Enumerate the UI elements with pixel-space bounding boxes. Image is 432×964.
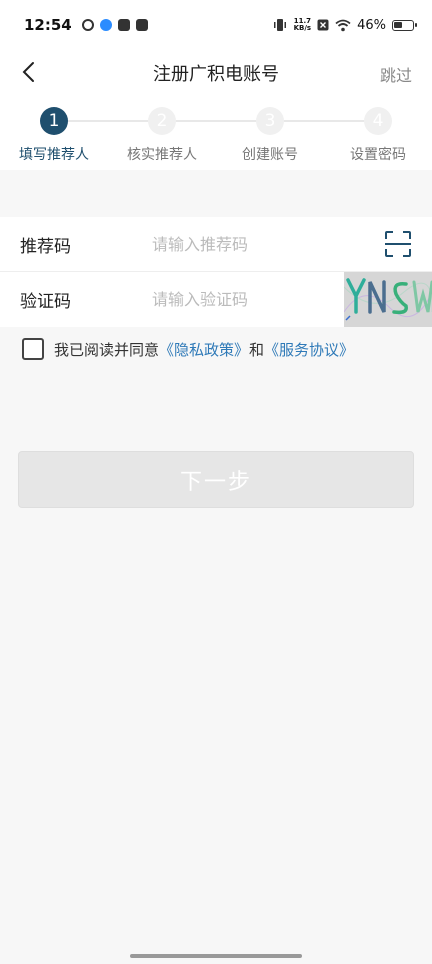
- agreement-prefix: 我已阅读并同意: [54, 340, 160, 359]
- step-1: 1 填写推荐人: [0, 107, 114, 164]
- scan-qr-icon[interactable]: [384, 230, 412, 258]
- status-left: 12:54: [24, 16, 148, 34]
- step-1-label: 填写推荐人: [19, 147, 89, 163]
- agreement-row: 我已阅读并同意 《隐私政策》 和 《服务协议》: [22, 338, 354, 360]
- step-2-label: 核实推荐人: [127, 147, 197, 163]
- skip-button[interactable]: 跳过: [380, 62, 412, 86]
- step-2-circle: 2: [148, 107, 176, 135]
- network-speed: 11.7 KB/s: [294, 18, 311, 32]
- step-3: 3 创建账号: [210, 107, 330, 164]
- agreement-checkbox[interactable]: [22, 338, 44, 360]
- header: 注册广积电账号 跳过: [0, 50, 432, 94]
- progress-steps: 1 填写推荐人 2 核实推荐人 3 创建账号 4 设置密码: [0, 94, 432, 170]
- wifi-icon: [335, 19, 351, 31]
- vibrate-icon: [273, 19, 286, 31]
- battery-icon: [392, 19, 417, 31]
- captcha-image[interactable]: [344, 272, 432, 327]
- battery-percent: 46%: [357, 17, 386, 33]
- message-notification-icon: [135, 19, 148, 31]
- status-bar: 12:54 11.7 KB/s 46%: [0, 0, 432, 50]
- step-3-label: 创建账号: [242, 147, 298, 163]
- page-title: 注册广积电账号: [153, 64, 279, 85]
- status-time: 12:54: [24, 16, 72, 34]
- agreement-conjunction: 和: [249, 340, 265, 359]
- home-indicator[interactable]: [130, 954, 302, 958]
- step-1-circle: 1: [40, 107, 68, 135]
- step-3-circle: 3: [256, 107, 284, 135]
- step-2: 2 核实推荐人: [102, 107, 222, 164]
- captcha-row: 验证码: [0, 272, 432, 327]
- network-speed-unit: KB/s: [293, 24, 312, 32]
- step-4-label: 设置密码: [350, 147, 406, 163]
- step-4: 4 设置密码: [318, 107, 432, 164]
- next-step-button[interactable]: 下一步: [18, 451, 414, 508]
- captcha-label: 验证码: [20, 292, 71, 312]
- privacy-policy-link[interactable]: 《隐私政策》: [159, 339, 249, 360]
- registration-form: 推荐码 验证码: [0, 217, 432, 327]
- referral-code-row: 推荐码: [0, 217, 432, 272]
- service-agreement-link[interactable]: 《服务协议》: [264, 339, 354, 360]
- captcha-input[interactable]: [152, 284, 352, 315]
- sync-notification-icon: [81, 19, 94, 31]
- captcha-graphic: [344, 272, 432, 327]
- status-right: 11.7 KB/s 46%: [272, 17, 417, 33]
- play-notification-icon: [117, 19, 130, 31]
- referral-code-input[interactable]: [152, 229, 352, 259]
- referral-code-label: 推荐码: [20, 236, 71, 257]
- no-sim-icon: [317, 19, 329, 31]
- app-notification-icon: [99, 19, 112, 31]
- step-4-circle: 4: [364, 107, 392, 135]
